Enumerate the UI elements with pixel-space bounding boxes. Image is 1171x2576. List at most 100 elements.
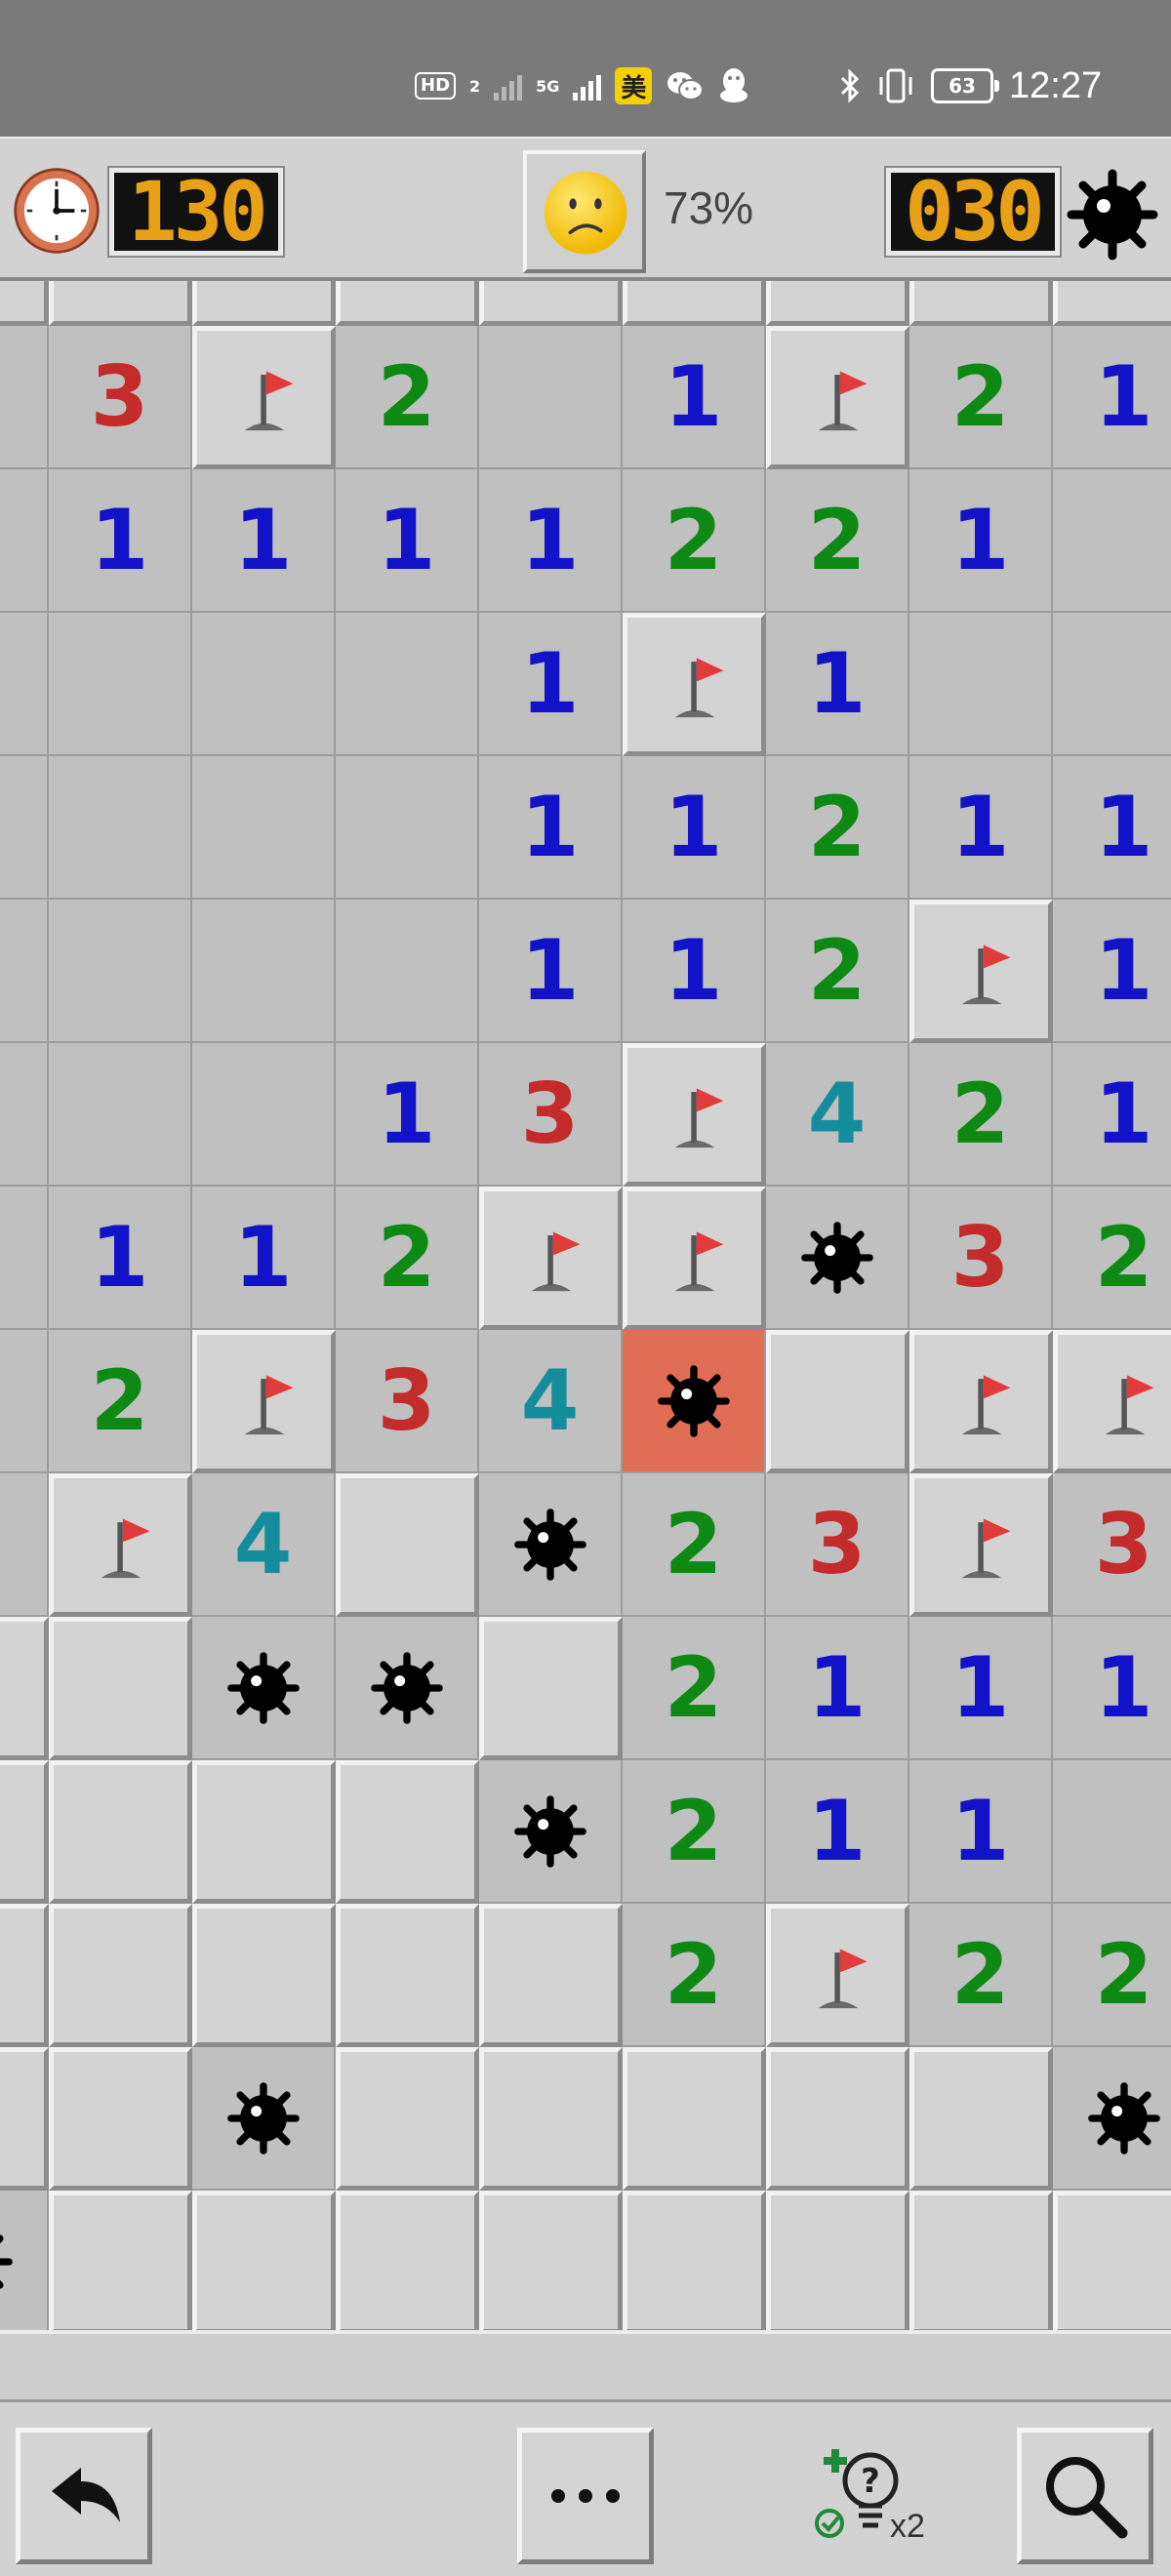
cell-flagged[interactable] bbox=[49, 1473, 192, 1617]
cell-closed[interactable] bbox=[336, 1760, 479, 1904]
cell-closed[interactable] bbox=[336, 2047, 479, 2191]
cell-number[interactable]: 2 bbox=[623, 1617, 766, 1760]
cell-closed[interactable] bbox=[909, 2191, 1053, 2330]
cell-number[interactable]: 2 bbox=[766, 900, 909, 1043]
cell-closed[interactable] bbox=[49, 281, 192, 326]
cell-number[interactable]: 1 bbox=[192, 1187, 336, 1330]
cell-number[interactable]: 1 bbox=[0, 326, 49, 469]
cell-number[interactable]: 1 bbox=[336, 1043, 479, 1187]
cell-empty[interactable] bbox=[479, 326, 623, 469]
cell-number[interactable]: 2 bbox=[1053, 1904, 1171, 2047]
cell-closed[interactable] bbox=[479, 1904, 623, 2047]
cell-number[interactable]: 1 bbox=[479, 613, 623, 756]
cell-number[interactable]: 1 bbox=[623, 756, 766, 900]
cell-flagged[interactable] bbox=[766, 1904, 909, 2047]
cell-empty[interactable] bbox=[49, 1043, 192, 1187]
cell-number[interactable]: 1 bbox=[1053, 756, 1171, 900]
cell-exploded-mine[interactable] bbox=[623, 1330, 766, 1473]
cell-closed[interactable] bbox=[49, 2191, 192, 2330]
cell-mine[interactable] bbox=[479, 1473, 623, 1617]
cell-number[interactable]: 1 bbox=[49, 469, 192, 613]
cell-number[interactable]: 3 bbox=[479, 1043, 623, 1187]
more-button[interactable] bbox=[517, 2428, 654, 2564]
face-button[interactable] bbox=[523, 150, 646, 273]
cell-empty[interactable] bbox=[192, 900, 336, 1043]
cell-flagged[interactable] bbox=[766, 326, 909, 469]
cell-number[interactable]: 2 bbox=[49, 1330, 192, 1473]
cell-number[interactable]: 3 bbox=[0, 1473, 49, 1617]
cell-number[interactable]: 2 bbox=[766, 756, 909, 900]
cell-closed[interactable] bbox=[49, 2047, 192, 2191]
cell-closed[interactable] bbox=[623, 2191, 766, 2330]
cell-empty[interactable] bbox=[0, 1043, 49, 1187]
cell-closed[interactable] bbox=[623, 2047, 766, 2191]
cell-number[interactable]: 1 bbox=[479, 469, 623, 613]
cell-closed[interactable] bbox=[0, 2047, 49, 2191]
cell-number[interactable]: 1 bbox=[479, 900, 623, 1043]
cell-number[interactable]: 3 bbox=[909, 1187, 1053, 1330]
cell-closed[interactable] bbox=[909, 2047, 1053, 2191]
zoom-button[interactable] bbox=[1017, 2428, 1153, 2564]
cell-number[interactable]: 2 bbox=[623, 1760, 766, 1904]
cell-number[interactable]: 1 bbox=[49, 1187, 192, 1330]
cell-empty[interactable] bbox=[1053, 613, 1171, 756]
cell-closed[interactable] bbox=[336, 1904, 479, 2047]
cell-empty[interactable] bbox=[0, 613, 49, 756]
cell-mine[interactable] bbox=[479, 1760, 623, 1904]
cell-number[interactable]: 2 bbox=[0, 1330, 49, 1473]
cell-mine[interactable] bbox=[1053, 2047, 1171, 2191]
cell-closed[interactable] bbox=[192, 1760, 336, 1904]
cell-number[interactable]: 1 bbox=[1053, 1617, 1171, 1760]
cell-number[interactable]: 4 bbox=[766, 1043, 909, 1187]
cell-closed[interactable] bbox=[1053, 281, 1171, 326]
cell-closed[interactable] bbox=[479, 1617, 623, 1760]
cell-closed[interactable] bbox=[909, 281, 1053, 326]
cell-number[interactable]: 3 bbox=[1053, 1473, 1171, 1617]
cell-closed[interactable] bbox=[766, 1330, 909, 1473]
cell-empty[interactable] bbox=[49, 756, 192, 900]
cell-empty[interactable] bbox=[49, 613, 192, 756]
cell-empty[interactable] bbox=[336, 900, 479, 1043]
cell-flagged[interactable] bbox=[623, 1187, 766, 1330]
cell-empty[interactable] bbox=[49, 900, 192, 1043]
hint-button[interactable]: ? bbox=[810, 2428, 947, 2564]
cell-closed[interactable] bbox=[49, 1617, 192, 1760]
cell-closed[interactable] bbox=[0, 281, 49, 326]
cell-number[interactable]: 2 bbox=[336, 326, 479, 469]
cell-number[interactable]: 4 bbox=[192, 1473, 336, 1617]
cell-closed[interactable] bbox=[192, 281, 336, 326]
cell-closed[interactable] bbox=[623, 281, 766, 326]
cell-number[interactable]: 1 bbox=[192, 469, 336, 613]
cell-closed[interactable] bbox=[49, 1904, 192, 2047]
cell-number[interactable]: 1 bbox=[909, 1617, 1053, 1760]
cell-flagged[interactable] bbox=[192, 326, 336, 469]
cell-closed[interactable] bbox=[0, 1904, 49, 2047]
cell-mine[interactable] bbox=[766, 1187, 909, 1330]
cell-flagged[interactable] bbox=[909, 1330, 1053, 1473]
cell-flagged[interactable] bbox=[1053, 1330, 1171, 1473]
cell-number[interactable]: 3 bbox=[766, 1473, 909, 1617]
cell-number[interactable]: 1 bbox=[909, 469, 1053, 613]
cell-flagged[interactable] bbox=[479, 1187, 623, 1330]
cell-empty[interactable] bbox=[192, 613, 336, 756]
cell-closed[interactable] bbox=[336, 281, 479, 326]
cell-number[interactable]: 2 bbox=[623, 469, 766, 613]
cell-number[interactable]: 1 bbox=[623, 326, 766, 469]
cell-empty[interactable] bbox=[1053, 1760, 1171, 1904]
cell-empty[interactable] bbox=[192, 756, 336, 900]
cell-closed[interactable] bbox=[49, 1760, 192, 1904]
cell-closed[interactable] bbox=[766, 2191, 909, 2330]
cell-closed[interactable] bbox=[479, 281, 623, 326]
cell-number[interactable]: 1 bbox=[623, 900, 766, 1043]
cell-closed[interactable] bbox=[766, 281, 909, 326]
cell-number[interactable]: 3 bbox=[49, 326, 192, 469]
cell-mine[interactable] bbox=[192, 2047, 336, 2191]
cell-empty[interactable] bbox=[1053, 469, 1171, 613]
cell-number[interactable]: 2 bbox=[623, 1904, 766, 2047]
cell-mine[interactable] bbox=[336, 1617, 479, 1760]
cell-mine[interactable] bbox=[192, 1617, 336, 1760]
cell-flagged[interactable] bbox=[909, 900, 1053, 1043]
cell-closed[interactable] bbox=[336, 1473, 479, 1617]
cell-number[interactable]: 1 bbox=[1053, 900, 1171, 1043]
cell-number[interactable]: 2 bbox=[336, 1187, 479, 1330]
